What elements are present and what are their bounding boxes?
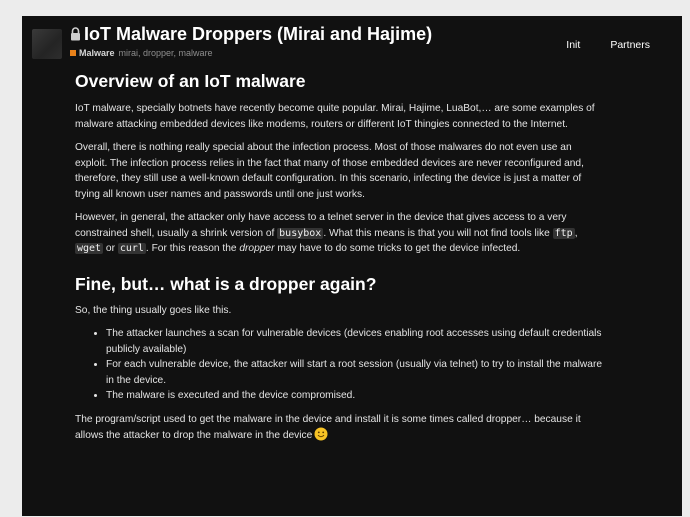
- topic-header: IoT Malware Droppers (Mirai and Hajime) …: [22, 16, 682, 60]
- text-run: . For this reason the: [145, 243, 240, 254]
- site-logo[interactable]: [32, 29, 62, 59]
- paragraph: Overall, there is nothing really special…: [75, 142, 584, 200]
- list-item: The malware is executed and the device c…: [106, 388, 605, 404]
- inline-code: ftp: [552, 227, 575, 239]
- nav-link-init[interactable]: Init: [566, 39, 580, 51]
- page-frame: IoT Malware Droppers (Mirai and Hajime) …: [22, 16, 682, 516]
- section-heading-overview: Overview of an IoT malware: [75, 71, 306, 91]
- topic-tags[interactable]: mirai, dropper, malware: [119, 48, 213, 58]
- category-link[interactable]: Malware: [79, 48, 115, 58]
- list-item: For each vulnerable device, the attacker…: [106, 357, 605, 388]
- text-run: ,: [574, 227, 578, 239]
- category-color-badge: [70, 50, 76, 56]
- inline-code: curl: [117, 243, 146, 254]
- smile-emoji-icon: [314, 427, 328, 441]
- lock-icon: [71, 27, 80, 41]
- section-heading-dropper: Fine, but… what is a dropper again?: [75, 273, 377, 294]
- topic-title-text: IoT Malware Droppers (Mirai and Hajime): [84, 24, 433, 44]
- text-run: or: [103, 243, 118, 254]
- nav-link-partners[interactable]: Partners: [610, 39, 650, 51]
- emphasis: dropper: [239, 243, 275, 254]
- topic-title[interactable]: IoT Malware Droppers (Mirai and Hajime): [70, 24, 432, 45]
- inline-code: wget: [75, 243, 104, 254]
- topic-meta: Malware mirai, dropper, malware: [70, 48, 213, 58]
- list-item: The attacker launches a scan for vulnera…: [106, 326, 605, 357]
- text-run: . What this means is that you will not f…: [323, 227, 553, 239]
- inline-code: busybox: [277, 227, 324, 239]
- paragraph: So, the thing usually goes like this.: [75, 304, 232, 316]
- paragraph: IoT malware, specially botnets have rece…: [75, 103, 595, 130]
- header-nav: Init Partners: [536, 39, 650, 51]
- text-run: may have to do some tricks to get the de…: [274, 243, 521, 254]
- post-body: Overview of an IoT malware IoT malware, …: [75, 70, 605, 452]
- paragraph: However, in general, the attacker only h…: [75, 210, 605, 257]
- paragraph: The program/script used to get the malwa…: [75, 412, 605, 444]
- bullet-list: The attacker launches a scan for vulnera…: [75, 326, 605, 404]
